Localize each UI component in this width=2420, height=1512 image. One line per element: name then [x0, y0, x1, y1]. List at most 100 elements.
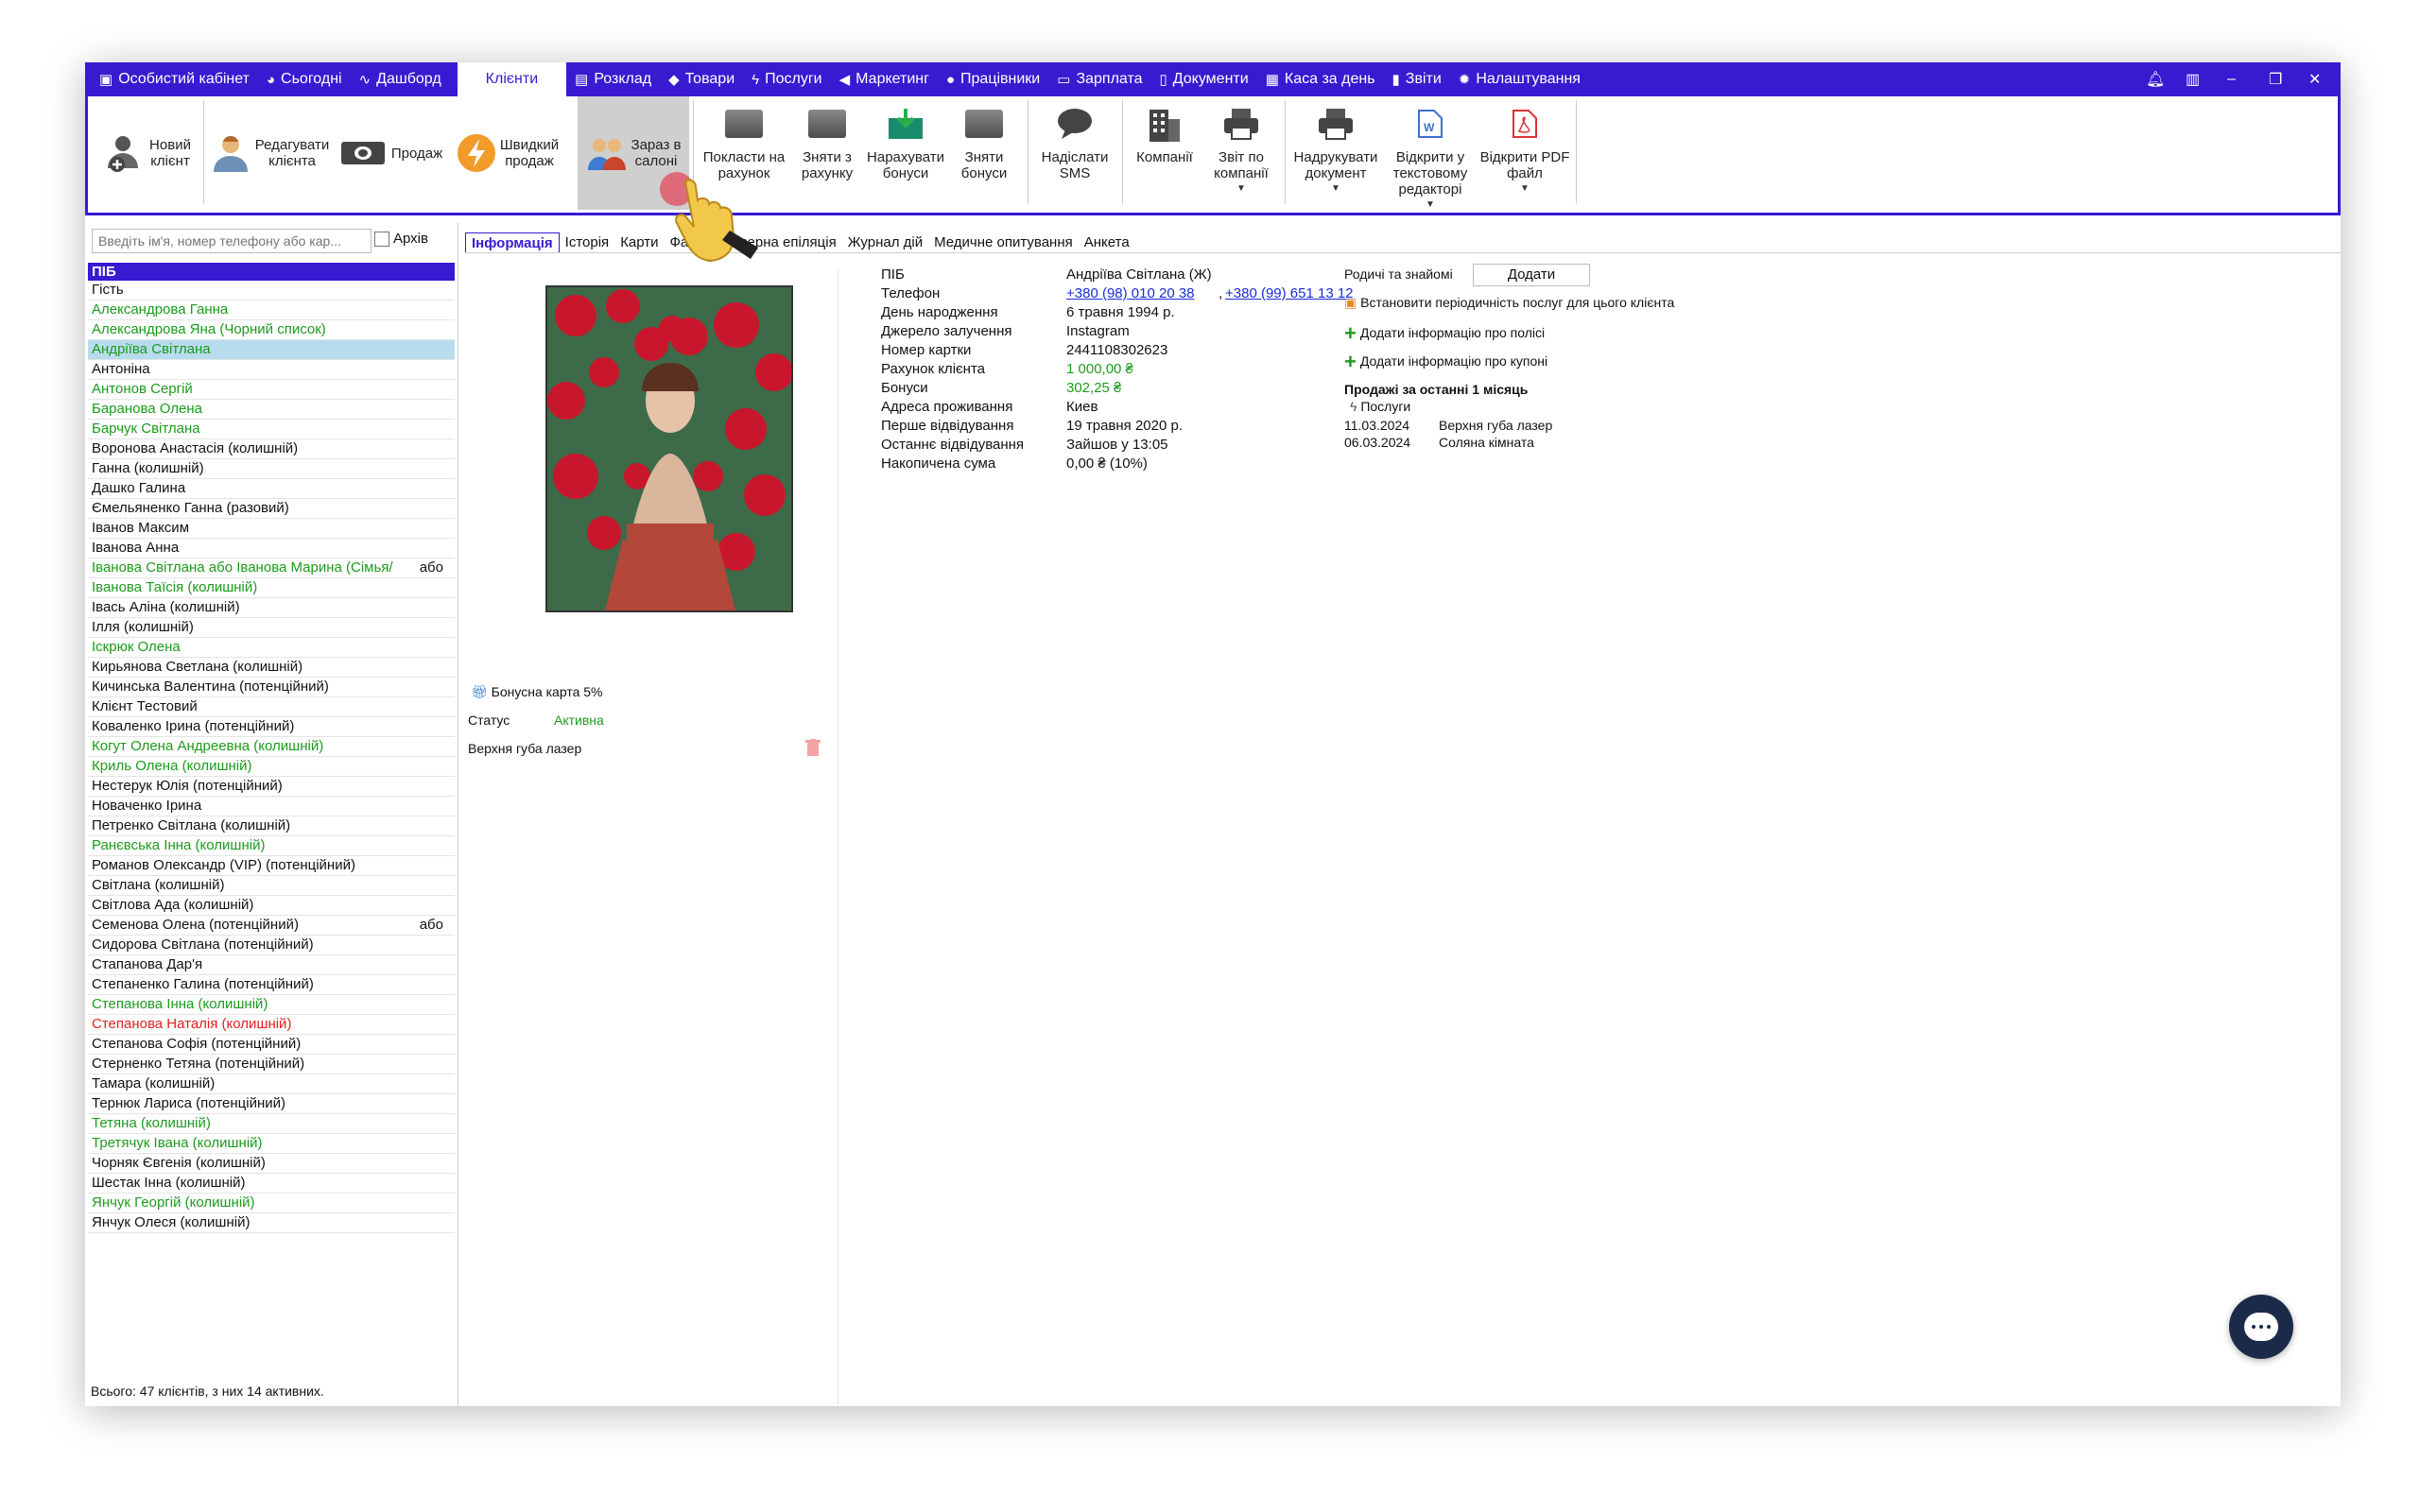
client-list-item[interactable]: Антонов Сергій	[88, 380, 455, 400]
client-search-input[interactable]	[92, 229, 372, 253]
tab-history[interactable]: Історія	[560, 232, 615, 253]
minimize-icon[interactable]: –	[2227, 62, 2236, 96]
client-list-item[interactable]: Дашко Галина	[88, 479, 455, 499]
chevron-down-icon[interactable]: ▼	[1331, 183, 1340, 194]
chevron-down-icon[interactable]: ▼	[1520, 183, 1530, 194]
bell-icon[interactable]: 🔔︎	[2146, 62, 2165, 96]
client-list-item[interactable]: Семенова Олена (потенційний) або	[88, 916, 455, 936]
close-icon[interactable]: ✕	[2308, 62, 2321, 96]
client-list-item[interactable]: Стерненко Тетяна (потенційний)	[88, 1055, 455, 1074]
client-list-item[interactable]: Іванова Світлана або Іванова Марина (Сім…	[88, 558, 455, 578]
client-list-item[interactable]: Клієнт Тестовий	[88, 697, 455, 717]
nav-reports[interactable]: ▮ Звіти	[1384, 62, 1450, 96]
client-list-item[interactable]: Іванов Максим	[88, 519, 455, 539]
nav-cash-day[interactable]: ▦ Каса за день	[1257, 62, 1384, 96]
client-list-item[interactable]: Криль Олена (колишній)	[88, 757, 455, 777]
nav-schedule[interactable]: ▤ Розклад	[566, 62, 660, 96]
client-list-item[interactable]: Тамара (колишній)	[88, 1074, 455, 1094]
client-list-item[interactable]: Ілля (колишній)	[88, 618, 455, 638]
client-list-item[interactable]: Сидорова Світлана (потенційний)	[88, 936, 455, 955]
info-value-secondary[interactable]: +380 (99) 651 13 12	[1225, 285, 1354, 301]
client-list-item[interactable]: Коваленко Ірина (потенційний)	[88, 717, 455, 737]
chevron-down-icon[interactable]: ▼	[1426, 199, 1435, 210]
client-list-item[interactable]: Барчук Світлана	[88, 420, 455, 439]
send-sms-button[interactable]: Надіслати SMS	[1031, 96, 1118, 210]
nav-today[interactable]: ◕ Сьогодні	[258, 62, 351, 96]
chevron-down-icon[interactable]: ▼	[1236, 183, 1246, 194]
client-list-item[interactable]: Степаненко Галина (потенційний)	[88, 975, 455, 995]
client-list-item[interactable]: Новаченко Ірина	[88, 797, 455, 816]
client-list-item[interactable]: Кичинська Валентина (потенційний)	[88, 678, 455, 697]
lock-icon[interactable]: ▥	[2186, 62, 2200, 96]
client-list-item[interactable]: Баранова Олена	[88, 400, 455, 420]
open-text-editor-button[interactable]: W Відкрити у текстовому редакторі ▼	[1383, 96, 1478, 210]
client-list-item[interactable]: Ранєвська Інна (колишній)	[88, 836, 455, 856]
trash-icon[interactable]	[805, 739, 821, 759]
client-list-item[interactable]: Чорняк Євгенія (колишній)	[88, 1154, 455, 1174]
client-list-item[interactable]: Янчук Георгій (колишній)	[88, 1194, 455, 1213]
client-list-item[interactable]: Іскрюк Олена	[88, 638, 455, 658]
client-list-item[interactable]: Янчук Олеся (колишній)	[88, 1213, 455, 1233]
client-list-item[interactable]: Ємельяненко Ганна (разовий)	[88, 499, 455, 519]
tab-questionnaire[interactable]: Анкета	[1079, 232, 1135, 253]
withdraw-button[interactable]: Зняти з рахунку	[789, 96, 865, 210]
client-list-item[interactable]: Степанова Софія (потенційний)	[88, 1035, 455, 1055]
client-list-item[interactable]: Ганна (колишній)	[88, 459, 455, 479]
nav-dashboard[interactable]: ∿ Дашборд	[351, 62, 450, 96]
client-list-item[interactable]: Тернюк Лариса (потенційний)	[88, 1094, 455, 1114]
client-list-item[interactable]: Шестак Інна (колишній)	[88, 1174, 455, 1194]
client-list-item[interactable]: Когут Олена Андреевна (колишній)	[88, 737, 455, 757]
nav-salary[interactable]: ▭ Зарплата	[1048, 62, 1150, 96]
company-report-button[interactable]: Звіт по компанії ▼	[1203, 96, 1279, 210]
bonus-card-title[interactable]: 🎁︎ Бонусна карта 5%	[471, 684, 603, 700]
client-list-item[interactable]: Третячук Івана (колишній)	[88, 1134, 455, 1154]
restore-icon[interactable]: ❐	[2269, 62, 2282, 96]
remove-bonus-button[interactable]: Зняти бонуси	[946, 96, 1022, 210]
tab-medical-survey[interactable]: Медичне опитування	[928, 232, 1079, 253]
periodicity-link[interactable]: ▣ Встановити періодичність послуг для ць…	[1344, 295, 1674, 311]
chat-button[interactable]	[2229, 1295, 2293, 1359]
client-list-item[interactable]: Іванова Анна	[88, 539, 455, 558]
client-list-item[interactable]: Александрова Ганна	[88, 301, 455, 320]
client-list-item[interactable]: Світлана (колишній)	[88, 876, 455, 896]
companies-button[interactable]: Компанії	[1126, 96, 1203, 210]
client-list-item[interactable]: Нестерук Юлія (потенційний)	[88, 777, 455, 797]
archive-checkbox[interactable]: Архів	[374, 231, 428, 247]
info-value[interactable]: +380 (98) 010 20 38	[1066, 285, 1195, 301]
checkbox-box[interactable]	[374, 231, 389, 247]
client-list-item[interactable]: Гість	[88, 281, 455, 301]
tab-information[interactable]: Інформація	[465, 232, 560, 253]
client-list-item[interactable]: Степанова Інна (колишній)	[88, 995, 455, 1015]
client-list-item[interactable]: Тетяна (колишній)	[88, 1114, 455, 1134]
nav-documents[interactable]: ▯ Документи	[1151, 62, 1257, 96]
add-bonus-button[interactable]: Нарахувати бонуси	[865, 96, 946, 210]
client-list-item[interactable]: Кирьянова Светлана (колишній)	[88, 658, 455, 678]
print-document-button[interactable]: Надрукувати документ ▼	[1288, 96, 1383, 210]
open-pdf-button[interactable]: Відкрити PDF файл ▼	[1478, 96, 1572, 210]
client-list-item[interactable]: Александрова Яна (Чорний список)	[88, 320, 455, 340]
client-list-item[interactable]: Антоніна	[88, 360, 455, 380]
nav-goods[interactable]: ◆ Товари	[660, 62, 743, 96]
nav-clients[interactable]: Клієнти	[457, 62, 567, 96]
client-list-item[interactable]: Світлова Ада (колишній)	[88, 896, 455, 916]
client-list-item[interactable]: Воронова Анастасія (колишній)	[88, 439, 455, 459]
client-list-item[interactable]: Степанова Наталія (колишній)	[88, 1015, 455, 1035]
nav-settings[interactable]: ✹ Налаштування	[1450, 62, 1589, 96]
new-client-button[interactable]: Новий клієнт	[95, 96, 199, 210]
client-list-item[interactable]: Петренко Світлана (колишній)	[88, 816, 455, 836]
nav-marketing[interactable]: ◀ Маркетинг	[831, 62, 938, 96]
add-policy-link[interactable]: + Додати інформацію про полісі	[1344, 321, 1545, 346]
list-column-header[interactable]: ПІБ	[88, 263, 455, 281]
edit-client-button[interactable]: Редагувати клієнта	[207, 96, 332, 210]
client-list-item[interactable]: Іванова Таїсія (колишній)	[88, 578, 455, 598]
nav-personal-cabinet[interactable]: ▣ Особистий кабінет	[91, 62, 258, 96]
client-list-item[interactable]: Андріїва Світлана	[88, 340, 455, 360]
add-coupon-link[interactable]: + Додати інформацію про купоні	[1344, 350, 1547, 374]
sale-button[interactable]: Продаж	[336, 96, 447, 210]
quick-sale-button[interactable]: Швидкий продаж	[451, 96, 564, 210]
add-relative-button[interactable]: Додати	[1473, 264, 1590, 286]
tab-action-log[interactable]: Журнал дій	[842, 232, 928, 253]
nav-employees[interactable]: ● Працівники	[938, 62, 1048, 96]
client-list-item[interactable]: Стапанова Дар'я	[88, 955, 455, 975]
nav-services[interactable]: ϟ Послуги	[743, 62, 830, 96]
